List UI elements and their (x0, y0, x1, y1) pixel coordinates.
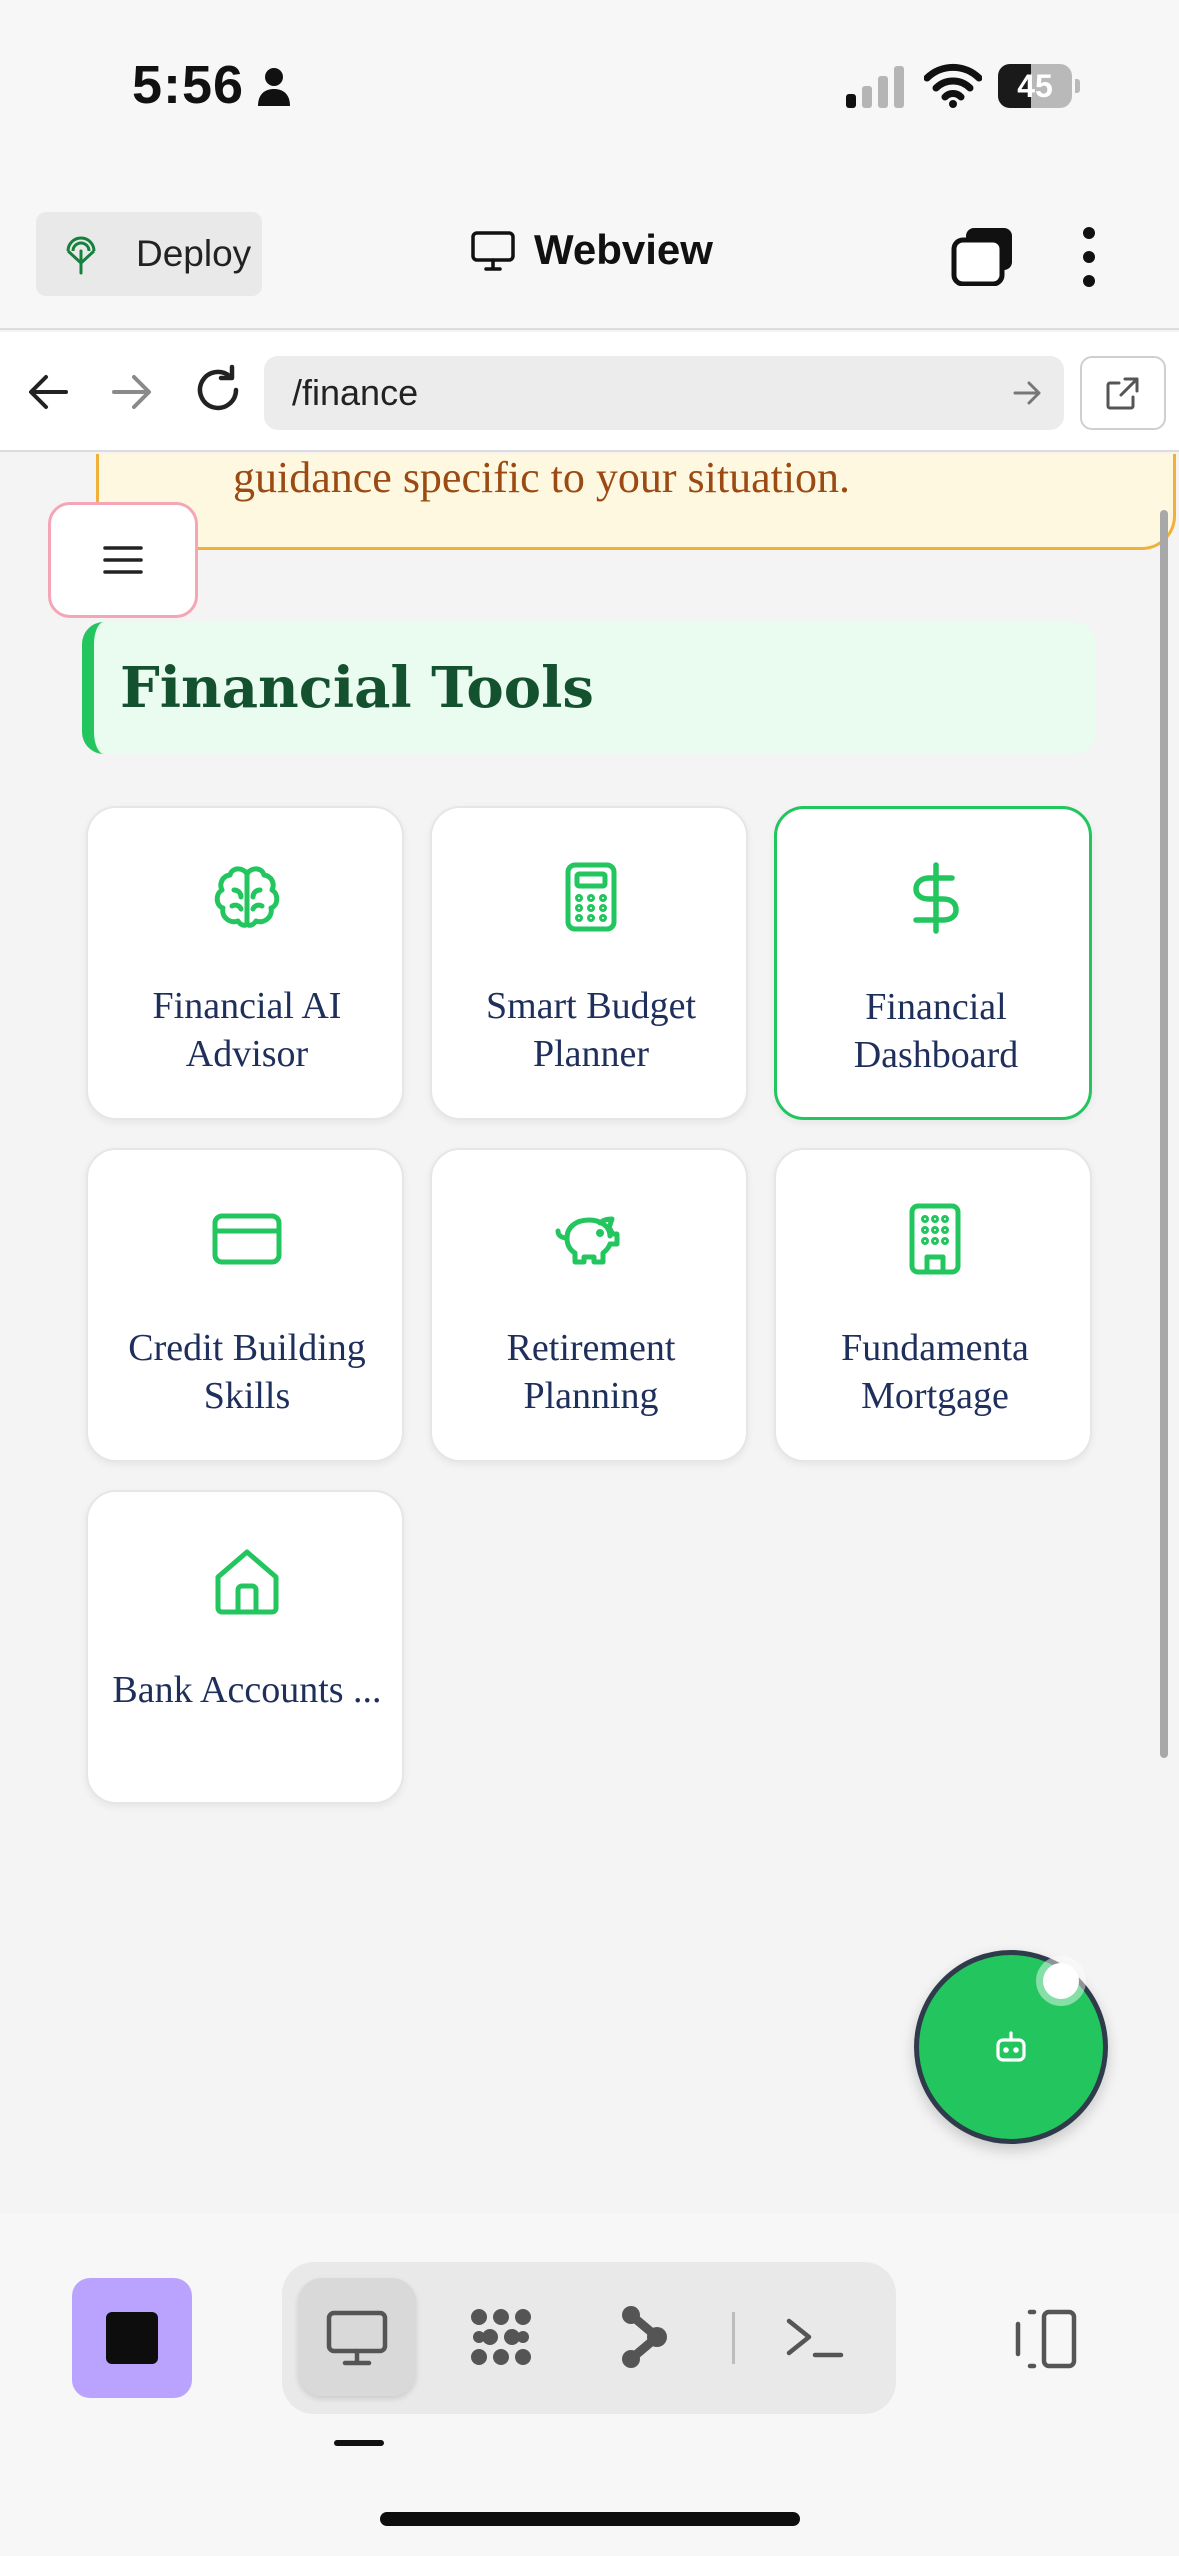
tool-card-retirement-planning[interactable]: Retirement Planning (430, 1148, 748, 1462)
external-link-icon (1106, 377, 1139, 410)
deploy-label: Deploy (136, 233, 252, 274)
agents-icon (471, 2309, 531, 2365)
tool-card-bank-accounts[interactable]: Bank Accounts ... (86, 1490, 404, 1804)
deploy-icon (66, 236, 96, 275)
tool-label: Bank Accounts ... (112, 1669, 382, 1711)
home-icon (215, 1549, 279, 1615)
split-view-icon[interactable] (1010, 2304, 1080, 2374)
terminal-icon (786, 2318, 844, 2358)
brain-icon (214, 866, 280, 928)
scrollbar[interactable] (1160, 510, 1168, 1758)
url-input[interactable]: /finance (264, 356, 1064, 430)
stop-icon (106, 2312, 158, 2364)
person-icon (258, 68, 290, 106)
tool-card-credit-building-skills[interactable]: Credit Building Skills (86, 1148, 404, 1462)
home-indicator (380, 2512, 800, 2526)
dock-tab-group (282, 2262, 896, 2414)
tabs-icon[interactable] (950, 226, 1016, 286)
dock-tab-indicator (334, 2440, 384, 2446)
tool-card-smart-budget-planner[interactable]: Smart Budget Planner (430, 806, 748, 1120)
dock-tab-git[interactable] (584, 2278, 702, 2396)
back-arrow-icon[interactable] (22, 366, 74, 418)
building-icon (909, 1203, 961, 1275)
app-title-label: Webview (534, 226, 713, 273)
webview-icon (326, 2310, 388, 2366)
notification-dot (1036, 1956, 1086, 2006)
dock-tab-webview[interactable] (298, 2278, 416, 2396)
url-text: /finance (292, 372, 419, 413)
monitor-icon (471, 231, 515, 271)
menu-button[interactable] (48, 502, 198, 618)
status-bar: 5:56 45 (0, 0, 1179, 180)
battery-level: 45 (1017, 68, 1053, 104)
forward-arrow-icon[interactable] (106, 366, 158, 418)
dock-tab-terminal[interactable] (756, 2278, 874, 2396)
dock-tab-agents[interactable] (442, 2278, 560, 2396)
disclaimer-alert: guidance specific to your situation. (96, 454, 1176, 550)
bot-icon (996, 2031, 1026, 2062)
tool-card-fundamenta-mortgage[interactable]: Fundamenta Mortgage (774, 1148, 1092, 1462)
tool-label: Financial Dashboard (853, 986, 1019, 1076)
dock-divider (732, 2312, 735, 2364)
tool-label: Fundamenta Mortgage (841, 1327, 1029, 1417)
reload-icon[interactable] (190, 362, 246, 418)
browser-toolbar: /finance (0, 332, 1179, 452)
tool-label: Financial AI Advisor (152, 985, 342, 1075)
status-time: 5:56 (132, 55, 245, 115)
cellular-signal-icon (846, 66, 904, 108)
go-arrow-icon[interactable] (1010, 376, 1044, 410)
bottom-dock (0, 2214, 1179, 2556)
deploy-button[interactable]: Deploy (36, 212, 262, 296)
wifi-icon (924, 63, 982, 108)
calculator-icon (565, 862, 617, 932)
section-title: Financial Tools (120, 655, 594, 721)
section-header: Financial Tools (82, 622, 1096, 754)
tool-label: Smart Budget Planner (485, 985, 697, 1075)
tool-label: Retirement Planning (506, 1327, 676, 1417)
tool-card-financial-ai-advisor[interactable]: Financial AI Advisor (86, 806, 404, 1120)
web-content: guidance specific to your situation. Fin… (0, 454, 1179, 2214)
app-bar: Deploy Webview (0, 180, 1179, 330)
stop-button[interactable] (72, 2278, 192, 2398)
tool-label: Credit Building Skills (128, 1327, 366, 1417)
piggy-bank-icon (555, 1216, 620, 1265)
more-options-icon[interactable] (1072, 224, 1106, 290)
credit-card-icon (212, 1213, 282, 1265)
alert-text: guidance specific to your situation. (233, 454, 851, 502)
open-external-button[interactable] (1080, 356, 1166, 430)
dollar-icon (913, 862, 959, 934)
git-icon (622, 2306, 667, 2368)
hamburger-icon (103, 546, 143, 574)
app-title: Webview (470, 226, 713, 274)
tool-card-financial-dashboard[interactable]: Financial Dashboard (774, 806, 1092, 1120)
battery-icon: 45 (998, 64, 1080, 108)
